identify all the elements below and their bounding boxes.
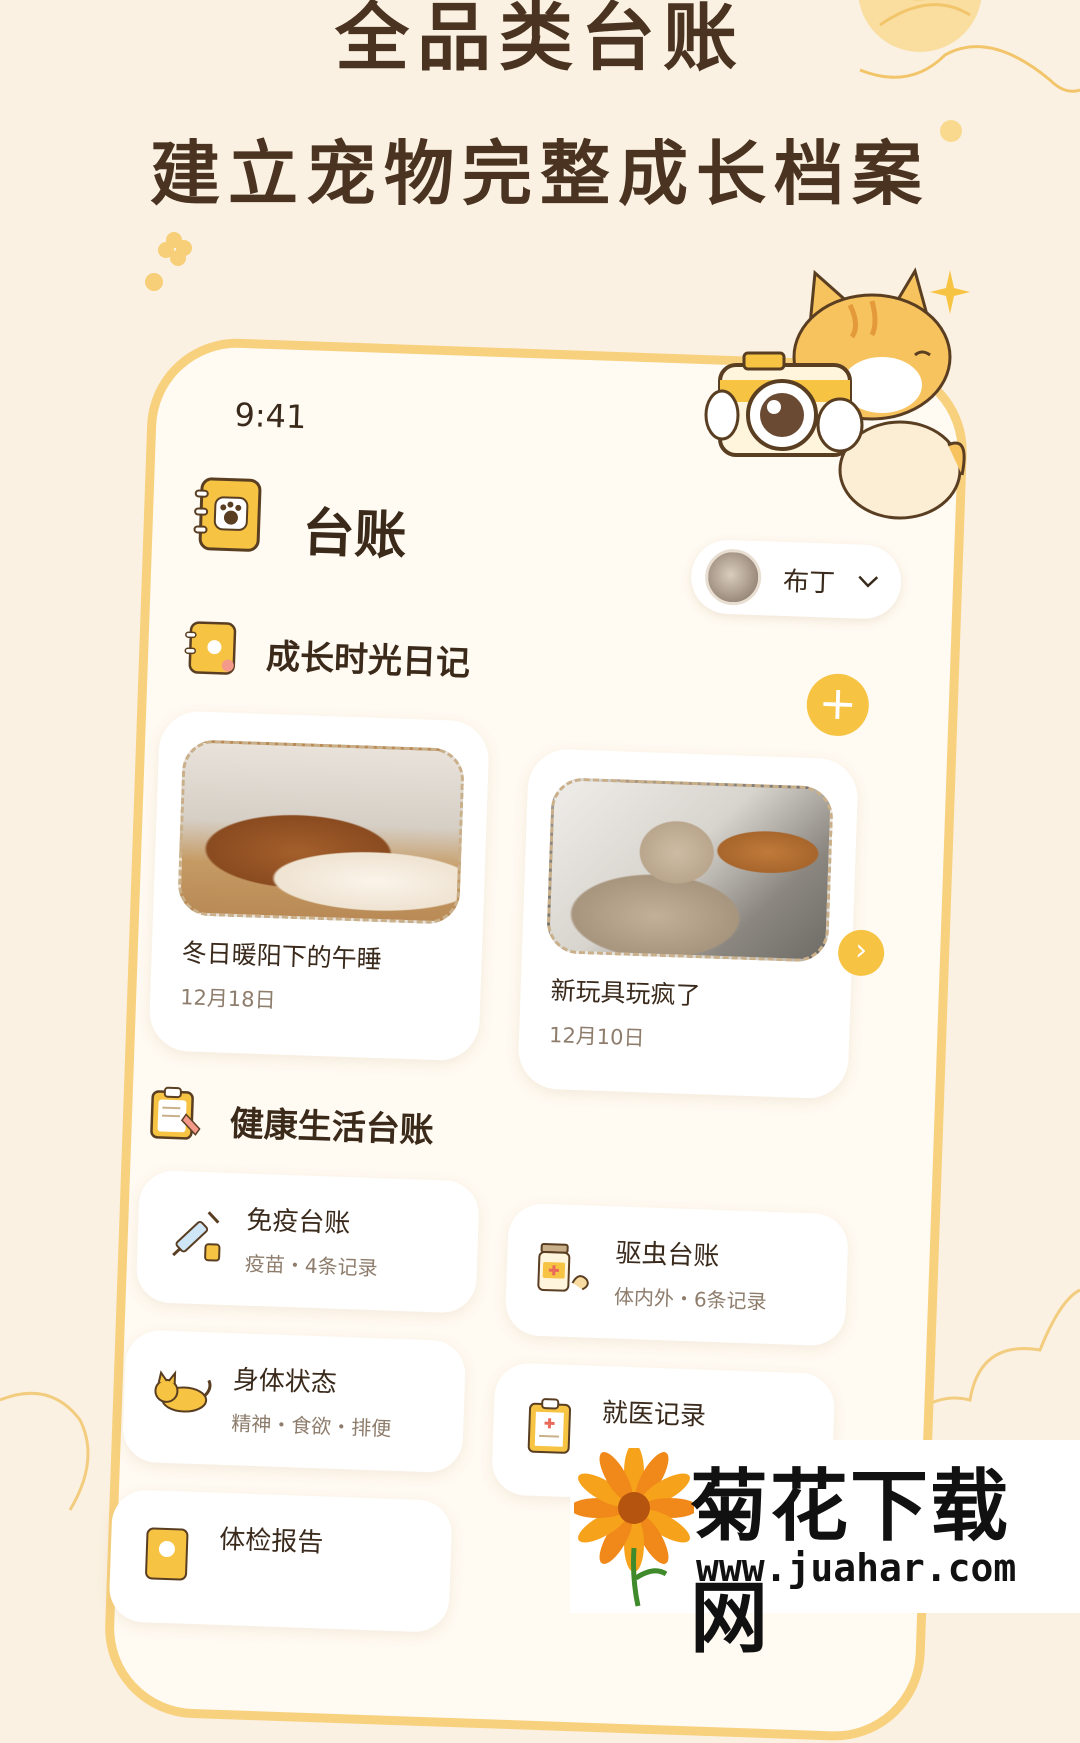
page-title: 台账 <box>301 503 408 567</box>
diary-card[interactable]: 冬日暖阳下的午睡 12月18日 <box>148 710 490 1062</box>
ledger-card-title: 就医记录 <box>601 1398 707 1432</box>
pet-name: 布丁 <box>782 566 836 599</box>
clipboard-icon <box>150 1086 201 1140</box>
ledger-card-subtitle: 精神・食欲・排便 <box>230 1411 392 1441</box>
diary-section-title: 成长时光日记 <box>265 636 471 685</box>
diary-photo-sleeping-cat <box>177 739 466 925</box>
syringe-icon <box>172 1211 221 1262</box>
diary-photo-cat-with-hat <box>545 776 834 963</box>
body-status-card[interactable]: 身体状态 精神・食欲・排便 <box>121 1329 467 1474</box>
flower-decoration <box>145 232 192 291</box>
health-section-title: 健康生活台账 <box>229 1103 435 1152</box>
deworming-ledger-card[interactable]: 驱虫台账 体内外・6条记录 <box>504 1202 850 1347</box>
status-time: 9:41 <box>233 395 308 437</box>
add-diary-button[interactable]: + <box>805 672 870 737</box>
diary-card[interactable]: 新玩具玩疯了 12月10日 <box>517 748 859 1100</box>
report-book-icon <box>145 1527 189 1581</box>
diary-entry-title: 新玩具玩疯了 <box>550 976 702 1011</box>
ledger-card-title: 身体状态 <box>232 1365 338 1399</box>
ledger-card-title: 驱虫台账 <box>614 1238 720 1273</box>
immunization-ledger-card[interactable]: 免疫台账 疫苗・4条记录 <box>135 1169 480 1314</box>
dot-decoration <box>940 120 962 142</box>
ledger-card-title: 免疫台账 <box>245 1205 351 1240</box>
ledger-card-title: 体检报告 <box>218 1524 324 1559</box>
running-cat-icon <box>154 1370 212 1413</box>
pet-selector-dropdown[interactable]: 布丁 <box>689 538 903 621</box>
diary-entry-date: 12月18日 <box>179 985 276 1013</box>
ledger-card-subtitle: 体内外・6条记录 <box>613 1284 768 1314</box>
yarn-ball-decoration <box>858 0 1080 93</box>
ledger-book-icon <box>193 477 262 552</box>
diary-entry-title: 冬日暖阳下的午睡 <box>181 938 383 975</box>
chrysanthemum-logo-icon <box>574 1448 694 1607</box>
ledger-card-subtitle: 疫苗・4条记录 <box>244 1251 378 1281</box>
diary-entry-date: 12月10日 <box>548 1023 645 1051</box>
watermark-url: www.juahar.com <box>696 1546 1017 1590</box>
medicine-bottle-icon <box>537 1242 589 1292</box>
pet-avatar <box>704 548 763 607</box>
checkup-report-card[interactable]: 体检报告 <box>108 1489 453 1633</box>
headline-line2: 建立宠物完整成长档案 <box>150 133 930 215</box>
chevron-down-icon <box>858 575 879 588</box>
watermark-banner: 菊花下载网 www.juahar.com <box>570 1440 1080 1664</box>
cloud-line-decoration <box>0 1391 90 1511</box>
cat-camera-mascot <box>704 267 966 520</box>
diary-notebook-icon <box>184 621 237 675</box>
next-arrow-button[interactable]: › <box>837 929 885 977</box>
